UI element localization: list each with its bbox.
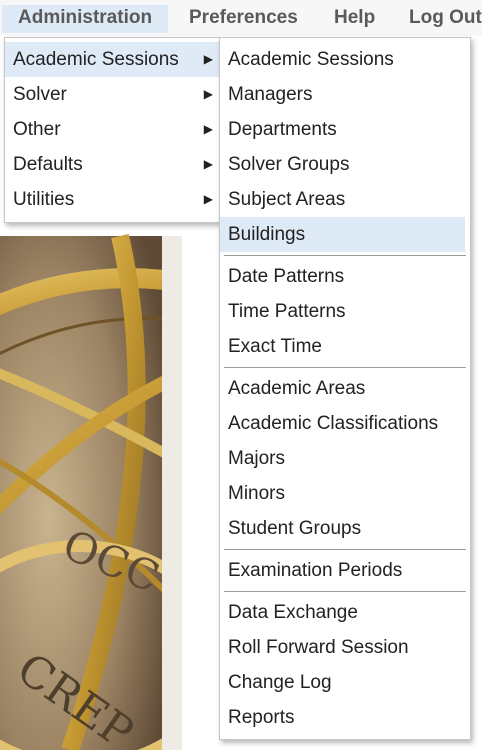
submenu-item-academic-sessions[interactable]: Academic Sessions <box>220 42 470 77</box>
submenu-item-roll-forward-session[interactable]: Roll Forward Session <box>220 630 470 665</box>
triangle-right-icon: ▶ <box>203 87 213 101</box>
submenu-item-time-patterns[interactable]: Time Patterns <box>220 294 470 329</box>
menu-separator <box>224 549 466 550</box>
menu-administration[interactable]: Administration <box>2 5 169 33</box>
academic-sessions-submenu: Academic Sessions Managers Departments S… <box>219 37 471 740</box>
submenu-item-academic-classifications[interactable]: Academic Classifications <box>220 406 470 441</box>
submenu-item-examination-periods[interactable]: Examination Periods <box>220 553 470 588</box>
triangle-right-icon: ▶ <box>203 157 213 171</box>
menu-item-label: Other <box>13 119 61 140</box>
menu-item-label: Defaults <box>13 154 83 175</box>
menu-item-solver[interactable]: Solver ▶ <box>5 77 219 112</box>
submenu-item-academic-areas[interactable]: Academic Areas <box>220 371 470 406</box>
menu-item-other[interactable]: Other ▶ <box>5 112 219 147</box>
submenu-item-departments[interactable]: Departments <box>220 112 470 147</box>
submenu-item-solver-groups[interactable]: Solver Groups <box>220 147 470 182</box>
menu-item-label: Academic Sessions <box>13 49 179 70</box>
menu-item-utilities[interactable]: Utilities ▶ <box>5 182 219 217</box>
menu-preferences[interactable]: Preferences <box>189 5 298 33</box>
submenu-item-data-exchange[interactable]: Data Exchange <box>220 595 470 630</box>
submenu-item-buildings[interactable]: Buildings <box>220 217 465 252</box>
menu-item-label: Utilities <box>13 189 75 210</box>
menu-item-academic-sessions[interactable]: Academic Sessions ▶ <box>5 42 219 77</box>
menu-separator <box>224 367 466 368</box>
submenu-item-majors[interactable]: Majors <box>220 441 470 476</box>
triangle-right-icon: ▶ <box>203 52 213 66</box>
menu-item-label: Solver <box>13 84 67 105</box>
submenu-item-subject-areas[interactable]: Subject Areas <box>220 182 470 217</box>
submenu-item-student-groups[interactable]: Student Groups <box>220 511 470 546</box>
submenu-item-managers[interactable]: Managers <box>220 77 470 112</box>
submenu-item-reports[interactable]: Reports <box>220 700 470 735</box>
menu-item-defaults[interactable]: Defaults ▶ <box>5 147 219 182</box>
menu-log-out[interactable]: Log Out <box>409 5 482 33</box>
administration-dropdown: Academic Sessions ▶ Solver ▶ Other ▶ Def… <box>4 37 220 223</box>
submenu-item-exact-time[interactable]: Exact Time <box>220 329 470 364</box>
submenu-item-minors[interactable]: Minors <box>220 476 470 511</box>
menu-separator <box>224 255 466 256</box>
menu-help[interactable]: Help <box>334 5 375 33</box>
menu-separator <box>224 591 466 592</box>
triangle-right-icon: ▶ <box>203 122 213 136</box>
menubar: Administration Preferences Help Log Out <box>0 0 482 37</box>
submenu-item-date-patterns[interactable]: Date Patterns <box>220 259 470 294</box>
submenu-item-change-log[interactable]: Change Log <box>220 665 470 700</box>
triangle-right-icon: ▶ <box>203 192 213 206</box>
